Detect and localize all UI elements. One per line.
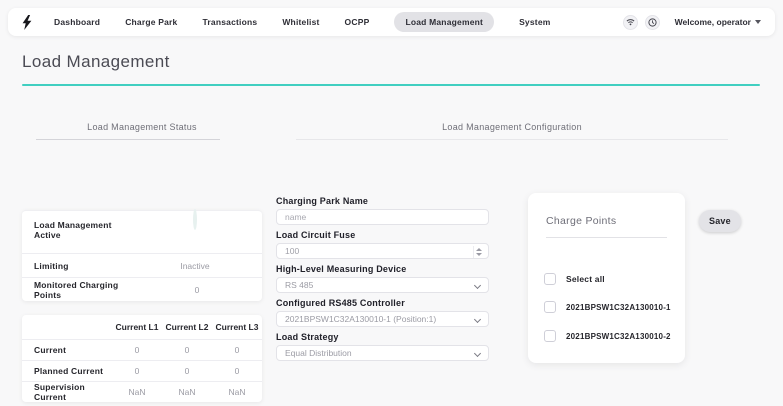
current-table: Current L1 Current L2 Current L3 Current… [22,315,262,402]
cell-value: NaN [212,387,262,397]
status-row-active: Load Management Active [22,211,262,253]
cell-value: 0 [212,345,262,355]
nav-item-charge-park[interactable]: Charge Park [125,17,177,27]
selected-value: RS 485 [285,280,313,290]
load-circuit-fuse-input[interactable] [285,246,480,256]
table-row: Current 0 0 0 [22,339,262,360]
field-label: Load Strategy [276,332,489,342]
chevron-down-icon [474,350,481,357]
selected-value: 2021BPSW1C32A130010-1 (Position:1) [285,314,436,324]
selected-value: Equal Distribution [285,348,352,358]
save-button[interactable]: Save [699,210,741,232]
field-label: Configured RS485 Controller [276,298,489,308]
status-section-title: Load Management Status [22,122,262,132]
checkbox-label: 2021BPSW1C32A130010-2 [566,332,671,341]
field-load-strategy: Load Strategy Equal Distribution [276,332,489,361]
field-rs485-controller: Configured RS485 Controller 2021BPSW1C32… [276,298,489,327]
number-stepper[interactable] [473,246,484,258]
nav-item-whitelist[interactable]: Whitelist [282,17,319,27]
cell-value: 0 [212,366,262,376]
nav-item-system[interactable]: System [519,17,550,27]
table-row: Planned Current 0 0 0 [22,360,262,381]
stepper-up-icon [476,248,482,251]
field-label: Load Circuit Fuse [276,230,489,240]
charge-point-row[interactable]: 2021BPSW1C32A130010-1 [544,301,671,313]
status-section-rule [36,139,220,140]
col-header-current-l3: Current L3 [212,322,262,332]
status-row-label: Limiting [34,261,69,271]
nav-right: Welcome, operator [623,15,761,30]
row-label: Current [22,345,112,355]
charge-points-rule [546,237,667,238]
table-header-row: Current L1 Current L2 Current L3 [22,315,262,339]
chevron-down-icon [474,316,481,323]
clock-icon[interactable] [645,15,660,30]
lightning-icon[interactable] [22,15,32,30]
page-title: Load Management [22,52,170,72]
nav-item-ocpp[interactable]: OCPP [345,17,370,27]
nav-items: Dashboard Charge Park Transactions White… [54,12,551,32]
field-charging-park-name: Charging Park Name [276,196,489,225]
cell-value: 0 [162,345,212,355]
nav-item-load-management[interactable]: Load Management [394,12,494,32]
select-all-row[interactable]: Select all [544,273,605,285]
cell-value: 0 [112,366,162,376]
config-form: Charging Park Name Load Circuit Fuse Hig… [276,196,489,366]
top-navbar: Dashboard Charge Park Transactions White… [8,8,775,36]
nav-item-transactions[interactable]: Transactions [202,17,257,27]
field-label: Charging Park Name [276,196,489,206]
row-label: Planned Current [22,366,112,376]
title-accent-rule [22,84,760,86]
loading-spinner [193,209,197,230]
status-row-monitored: Monitored Charging Points 0 [22,277,262,301]
cell-value: 0 [112,345,162,355]
table-row: Supervision Current NaN NaN NaN [22,381,262,402]
config-section-rule [296,139,728,140]
cell-value: 0 [162,366,212,376]
status-row-limiting: Limiting Inactive [22,253,262,277]
select-all-checkbox[interactable] [544,273,556,285]
checkbox-label: Select all [566,274,605,284]
charge-points-card: Charge Points Select all 2021BPSW1C32A13… [528,193,685,363]
wifi-icon[interactable] [623,15,638,30]
load-strategy-select[interactable]: Equal Distribution [276,345,489,361]
measuring-device-select[interactable]: RS 485 [276,277,489,293]
checkbox-label: 2021BPSW1C32A130010-1 [566,303,671,312]
field-measuring-device: High-Level Measuring Device RS 485 [276,264,489,293]
charge-point-checkbox-2[interactable] [544,330,556,342]
status-row-label: Load Management Active [34,211,140,240]
chevron-down-icon [474,282,481,289]
stepper-down-icon [476,253,482,256]
cell-value: NaN [112,387,162,397]
charge-points-title: Charge Points [546,215,616,227]
col-header-current-l1: Current L1 [112,322,162,332]
status-row-label: Monitored Charging Points [34,280,144,300]
row-label: Supervision Current [22,382,112,402]
charging-park-name-input[interactable] [285,212,480,222]
status-row-value: 0 [144,285,250,295]
charge-point-row[interactable]: 2021BPSW1C32A130010-2 [544,330,671,342]
user-menu[interactable]: Welcome, operator [675,17,761,27]
cell-value: NaN [162,387,212,397]
charge-point-checkbox-1[interactable] [544,301,556,313]
status-card: Load Management Active Limiting Inactive… [22,210,262,301]
field-load-circuit-fuse: Load Circuit Fuse [276,230,489,259]
nav-item-dashboard[interactable]: Dashboard [54,17,100,27]
chevron-down-icon [755,20,761,24]
field-label: High-Level Measuring Device [276,264,489,274]
rs485-controller-select[interactable]: 2021BPSW1C32A130010-1 (Position:1) [276,311,489,327]
status-row-value: Inactive [140,261,250,271]
col-header-current-l2: Current L2 [162,322,212,332]
user-menu-label: Welcome, operator [675,17,751,27]
config-section-title: Load Management Configuration [296,122,728,132]
